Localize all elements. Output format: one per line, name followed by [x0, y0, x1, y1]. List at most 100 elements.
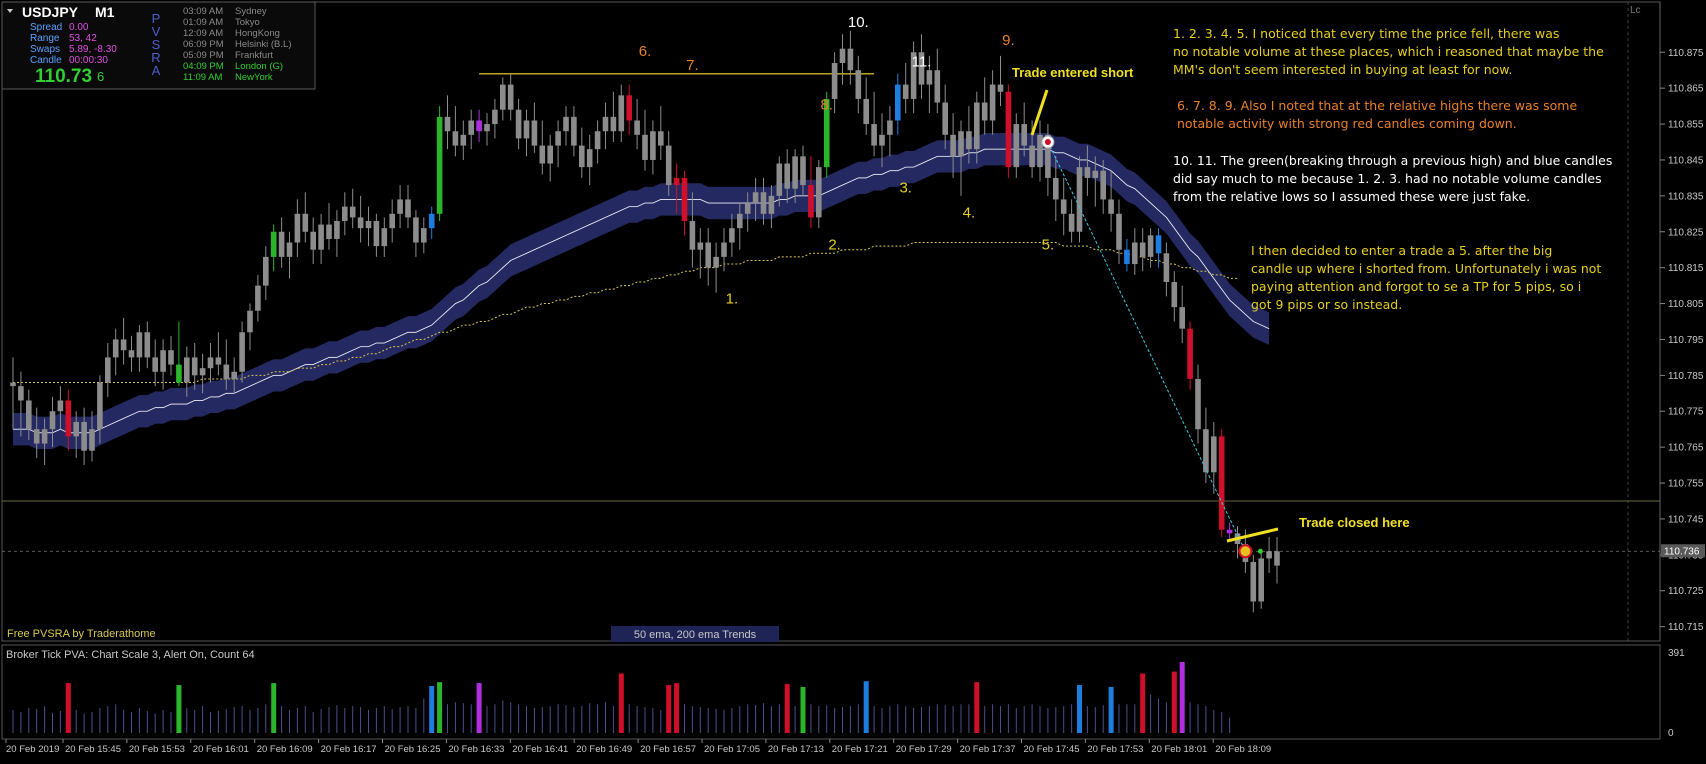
candle-body: [468, 120, 474, 135]
volume-bar: [526, 706, 527, 733]
volume-bar: [407, 706, 409, 733]
volume-tick-max: 391: [1668, 648, 1685, 659]
candle-body: [752, 192, 759, 204]
candle-body: [634, 120, 640, 135]
candle-body: [744, 203, 751, 214]
candle-body: [966, 131, 972, 150]
info-row-label: Swaps: [30, 44, 60, 55]
info-row-label: Candle: [30, 55, 62, 66]
volume-bar: [429, 686, 435, 733]
volume-bar: [1205, 706, 1207, 733]
volume-bar: [162, 709, 164, 733]
time-tick-label: 20 Feb 16:49: [576, 744, 632, 755]
volume-bar: [210, 711, 211, 733]
volume-bar: [968, 704, 970, 733]
candle-body: [81, 422, 87, 451]
volume-bar: [944, 705, 946, 733]
candle-body: [555, 131, 561, 146]
time-tick-label: 20 Feb 16:33: [448, 744, 504, 755]
candle-body: [1029, 145, 1035, 168]
candle: [1258, 551, 1264, 609]
annotation-label: 11.: [912, 54, 932, 71]
volume-bar: [818, 706, 820, 733]
volume-bar: [1000, 706, 1001, 733]
volume-bar: [618, 673, 624, 733]
volume-bar: [1047, 708, 1049, 733]
candle-body: [950, 134, 956, 157]
volume-bar: [44, 706, 46, 733]
chart-window[interactable]: 1. 2. 3. 4. 5. 6. 7. 8. 9. 10. 11. 110.875 110.865 1…: [0, 0, 1706, 759]
session-time: 04:09 PM: [183, 61, 224, 72]
candle-body: [373, 220, 380, 247]
volume-bar: [541, 707, 543, 733]
pvsra-vertical-label: PVSRA: [151, 11, 160, 78]
candle-body: [665, 145, 672, 186]
candle-body: [1021, 124, 1027, 146]
note-line: 6. 7. 8. 9. Also I noted that at the rel…: [1177, 98, 1577, 113]
volume-bar: [123, 709, 125, 733]
note-line: 10. 11. The green(breaking through a pre…: [1173, 153, 1612, 168]
volume-bar: [913, 708, 915, 733]
candle-body: [792, 156, 798, 189]
note-line: notable activity with strong red candles…: [1177, 116, 1517, 131]
annotation-label: 2.: [828, 237, 841, 254]
price-tick-label: 110.795: [1668, 335, 1704, 346]
volume-bar: [320, 709, 322, 733]
volume-bar: [921, 707, 922, 733]
candle-body: [136, 332, 143, 358]
time-tick-label: 20 Feb 18:01: [1151, 744, 1207, 755]
info-row-value: 5.89, -8.30: [69, 44, 117, 55]
time-tick-label: 20 Feb 17:21: [832, 744, 888, 755]
candle-body: [531, 120, 538, 146]
candle-body: [673, 177, 680, 186]
candle-body: [1076, 167, 1083, 232]
volume-bar: [857, 704, 859, 733]
candle-body: [515, 109, 522, 139]
volume-bar: [28, 708, 30, 733]
volume-bar: [715, 709, 717, 733]
candle-body: [1068, 213, 1075, 232]
volume-bar: [834, 708, 836, 733]
candle-body: [365, 220, 372, 229]
volume-bar: [794, 706, 796, 733]
volume-bar: [1023, 706, 1025, 733]
chart-canvas[interactable]: 1. 2. 3. 4. 5. 6. 7. 8. 9. 10. 11. 110.875 110.865 1…: [0, 0, 1706, 759]
candle-body: [800, 156, 806, 186]
candle-body: [737, 213, 743, 229]
candle-body: [847, 48, 854, 71]
price-tick-label: 110.835: [1668, 191, 1704, 202]
volume-bar: [984, 706, 986, 733]
volume-bar: [494, 704, 496, 733]
volume-bar: [1039, 706, 1041, 733]
candle-body: [294, 213, 301, 243]
candle-body: [452, 131, 459, 146]
candle-body: [405, 199, 411, 218]
note-line: MM's don't seem interested in buying at …: [1173, 62, 1512, 77]
candle-body: [650, 131, 656, 160]
candle-body: [476, 120, 482, 132]
volume-bar: [628, 704, 630, 733]
candle-body: [926, 70, 933, 85]
volume-bar: [533, 708, 535, 733]
volume-bar: [1229, 717, 1231, 733]
candle-body: [610, 116, 617, 132]
session-name: London (G): [235, 61, 283, 72]
volume-bar: [249, 709, 251, 733]
price-tick-label: 110.785: [1668, 371, 1704, 382]
volume-bar: [1150, 694, 1152, 733]
candle-body: [1108, 199, 1114, 214]
candle-body: [152, 357, 158, 372]
volume-bar: [138, 708, 140, 733]
candle-body: [1163, 253, 1170, 283]
volume-bar: [936, 704, 938, 733]
candle-body: [689, 220, 696, 250]
time-tick-label: 20 Feb 17:29: [896, 744, 952, 755]
volume-bar: [344, 708, 346, 733]
candle-body: [887, 120, 893, 135]
candle-body: [839, 48, 846, 64]
time-tick-label: 20 Feb 15:45: [65, 744, 121, 755]
callout-entry: Trade entered short: [1012, 65, 1134, 80]
price-tick-label: 110.805: [1668, 299, 1704, 310]
session-name: Frankfurt: [235, 50, 273, 61]
candle-body: [239, 332, 245, 372]
